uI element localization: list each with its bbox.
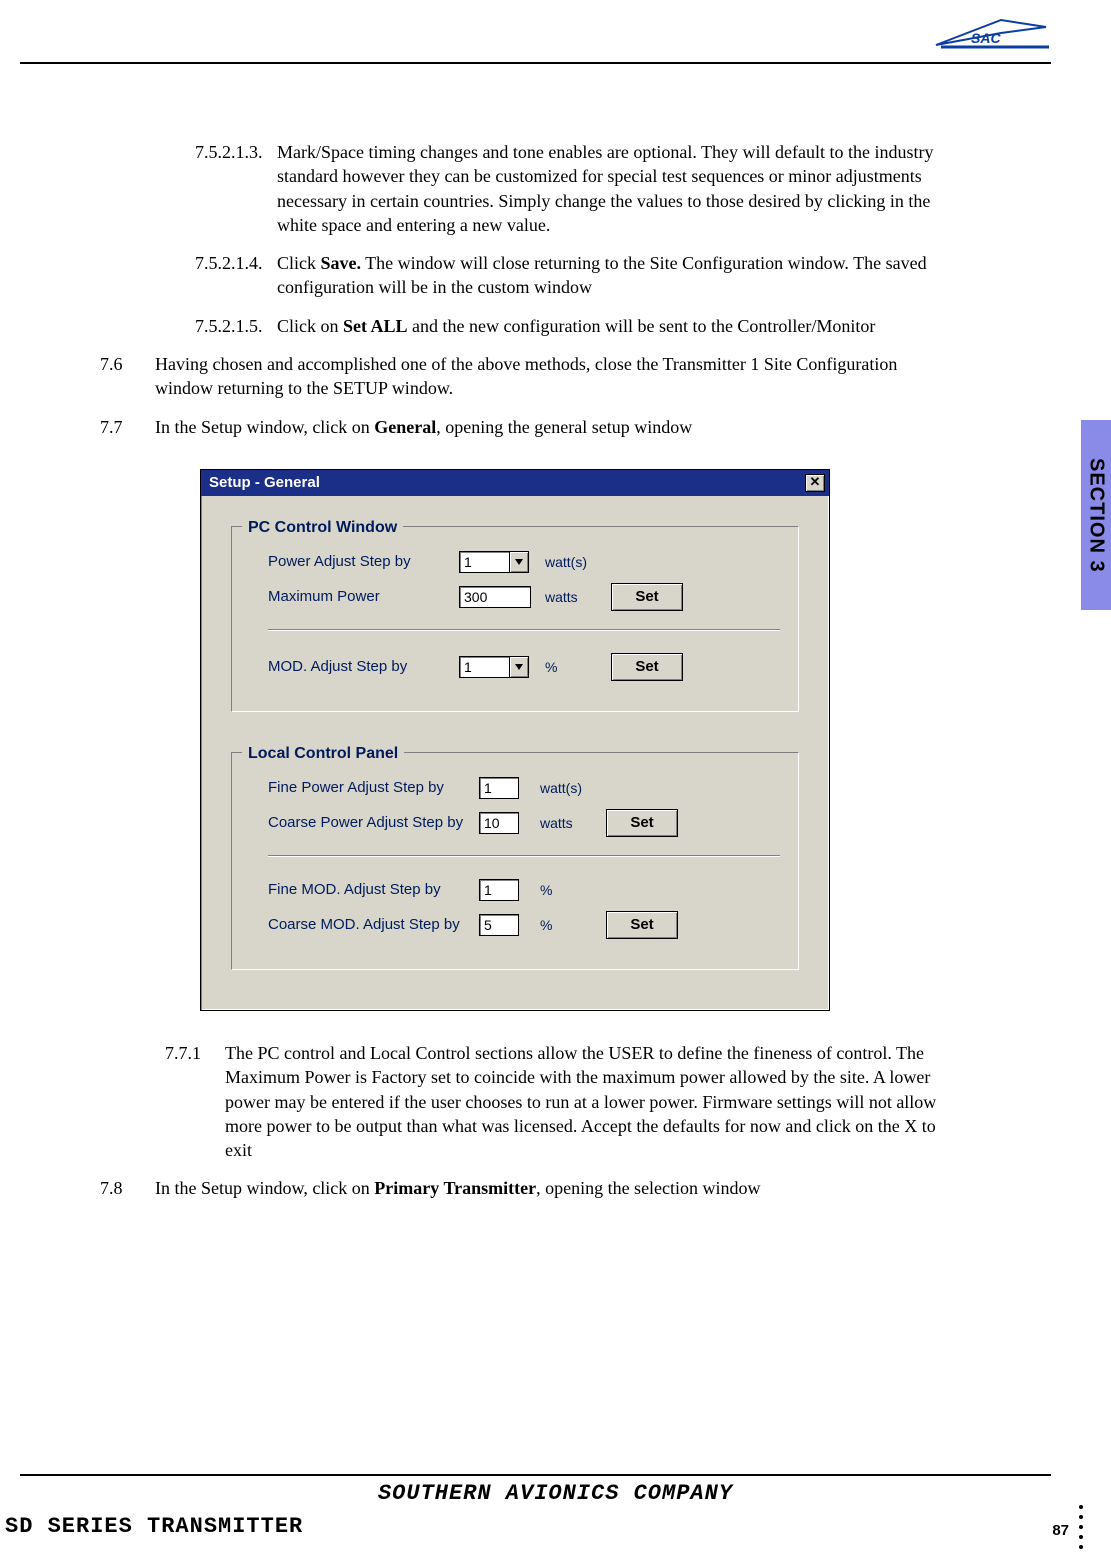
coarse-mod-input[interactable] — [479, 914, 519, 936]
item-7-5-2-1-5: 7.5.2.1.5. Click on Set ALL and the new … — [195, 314, 941, 338]
power-adjust-label: Power Adjust Step by — [268, 552, 453, 572]
mod-adjust-unit: % — [545, 658, 605, 677]
footer-dots-icon — [1079, 1505, 1083, 1549]
fine-mod-label: Fine MOD. Adjust Step by — [268, 880, 473, 900]
footer-company: SOUTHERN AVIONICS COMPANY — [0, 1481, 1111, 1506]
item-number: 7.6 — [100, 352, 155, 401]
item-text: In the Setup window, click on General, o… — [155, 415, 941, 439]
item-number: 7.8 — [100, 1176, 155, 1200]
max-power-unit: watts — [545, 588, 605, 607]
group-legend: Local Control Panel — [242, 743, 404, 765]
coarse-power-input[interactable] — [479, 812, 519, 834]
chevron-down-icon[interactable] — [509, 656, 529, 678]
max-power-row: Maximum Power watts Set — [268, 583, 780, 611]
item-text: Click on Set ALL and the new configurati… — [277, 314, 941, 338]
item-7-7: 7.7 In the Setup window, click on Genera… — [100, 415, 941, 439]
bold-setall: Set ALL — [343, 316, 408, 336]
local-control-panel-group: Local Control Panel Fine Power Adjust St… — [231, 752, 799, 970]
fine-power-label: Fine Power Adjust Step by — [268, 778, 473, 798]
set-button-power[interactable]: Set — [611, 583, 683, 611]
mod-adjust-input[interactable] — [459, 656, 509, 678]
dialog-titlebar[interactable]: Setup - General ✕ — [201, 470, 829, 496]
chevron-down-icon[interactable] — [509, 551, 529, 573]
power-adjust-combo[interactable] — [459, 551, 531, 573]
text: Click — [277, 253, 321, 273]
section-tab: SECTION 3 — [1081, 420, 1111, 610]
item-text: In the Setup window, click on Primary Tr… — [155, 1176, 941, 1200]
text: , opening the general setup window — [436, 417, 692, 437]
fine-mod-input[interactable] — [479, 879, 519, 901]
group-legend: PC Control Window — [242, 517, 403, 539]
max-power-input[interactable] — [459, 586, 531, 608]
power-adjust-unit: watt(s) — [545, 553, 605, 572]
text: The window will close returning to the S… — [277, 253, 927, 297]
svg-text:SAC: SAC — [971, 30, 1001, 46]
separator — [268, 629, 780, 631]
item-number: 7.5.2.1.4. — [195, 251, 277, 300]
item-number: 7.5.2.1.3. — [195, 140, 277, 237]
item-7-5-2-1-3: 7.5.2.1.3. Mark/Space timing changes and… — [195, 140, 941, 237]
item-text: Click Save. The window will close return… — [277, 251, 941, 300]
mod-adjust-row: MOD. Adjust Step by % Set — [268, 653, 780, 681]
text: , opening the selection window — [536, 1178, 760, 1198]
fine-mod-unit: % — [540, 881, 600, 900]
pc-control-window-group: PC Control Window Power Adjust Step by w… — [231, 526, 799, 712]
max-power-label: Maximum Power — [268, 587, 453, 607]
item-7-7-1: 7.7.1 The PC control and Local Control s… — [165, 1041, 941, 1162]
fine-power-unit: watt(s) — [540, 779, 600, 798]
item-7-5-2-1-4: 7.5.2.1.4. Click Save. The window will c… — [195, 251, 941, 300]
company-logo: SAC — [931, 15, 1051, 55]
fine-power-row: Fine Power Adjust Step by watt(s) — [268, 777, 780, 799]
text: In the Setup window, click on — [155, 417, 374, 437]
header-rule — [20, 62, 1051, 64]
coarse-mod-row: Coarse MOD. Adjust Step by % Set — [268, 911, 780, 939]
bold-save: Save. — [321, 253, 362, 273]
item-text: Mark/Space timing changes and tone enabl… — [277, 140, 941, 237]
set-button-mod[interactable]: Set — [611, 653, 683, 681]
close-icon: ✕ — [810, 474, 821, 489]
fine-power-input[interactable] — [479, 777, 519, 799]
text: Click on — [277, 316, 343, 336]
separator — [268, 855, 780, 857]
item-text: The PC control and Local Control section… — [225, 1041, 941, 1162]
coarse-power-row: Coarse Power Adjust Step by watts Set — [268, 809, 780, 837]
mod-adjust-label: MOD. Adjust Step by — [268, 657, 453, 677]
footer-series: SD SERIES TRANSMITTER — [5, 1514, 303, 1539]
footer-rule — [20, 1474, 1051, 1476]
set-button-local-power[interactable]: Set — [606, 809, 678, 837]
dialog-title: Setup - General — [209, 473, 320, 493]
coarse-mod-unit: % — [540, 916, 600, 935]
bold-primary-transmitter: Primary Transmitter — [374, 1178, 536, 1198]
text: and the new configuration will be sent t… — [408, 316, 876, 336]
mod-adjust-combo[interactable] — [459, 656, 531, 678]
power-adjust-input[interactable] — [459, 551, 509, 573]
fine-mod-row: Fine MOD. Adjust Step by % — [268, 879, 780, 901]
footer-page-number: 87 — [1052, 1522, 1069, 1539]
set-button-local-mod[interactable]: Set — [606, 911, 678, 939]
item-7-6: 7.6 Having chosen and accomplished one o… — [100, 352, 941, 401]
power-adjust-row: Power Adjust Step by watt(s) — [268, 551, 780, 573]
item-number: 7.7 — [100, 415, 155, 439]
text: In the Setup window, click on — [155, 1178, 374, 1198]
item-7-8: 7.8 In the Setup window, click on Primar… — [100, 1176, 941, 1200]
coarse-power-unit: watts — [540, 814, 600, 833]
setup-general-dialog: Setup - General ✕ PC Control Window Powe… — [200, 469, 830, 1011]
coarse-power-label: Coarse Power Adjust Step by — [268, 813, 473, 833]
close-button[interactable]: ✕ — [805, 474, 825, 492]
item-number: 7.5.2.1.5. — [195, 314, 277, 338]
coarse-mod-label: Coarse MOD. Adjust Step by — [268, 915, 473, 935]
bold-general: General — [374, 417, 436, 437]
item-text: Having chosen and accomplished one of th… — [155, 352, 941, 401]
item-number: 7.7.1 — [165, 1041, 225, 1162]
